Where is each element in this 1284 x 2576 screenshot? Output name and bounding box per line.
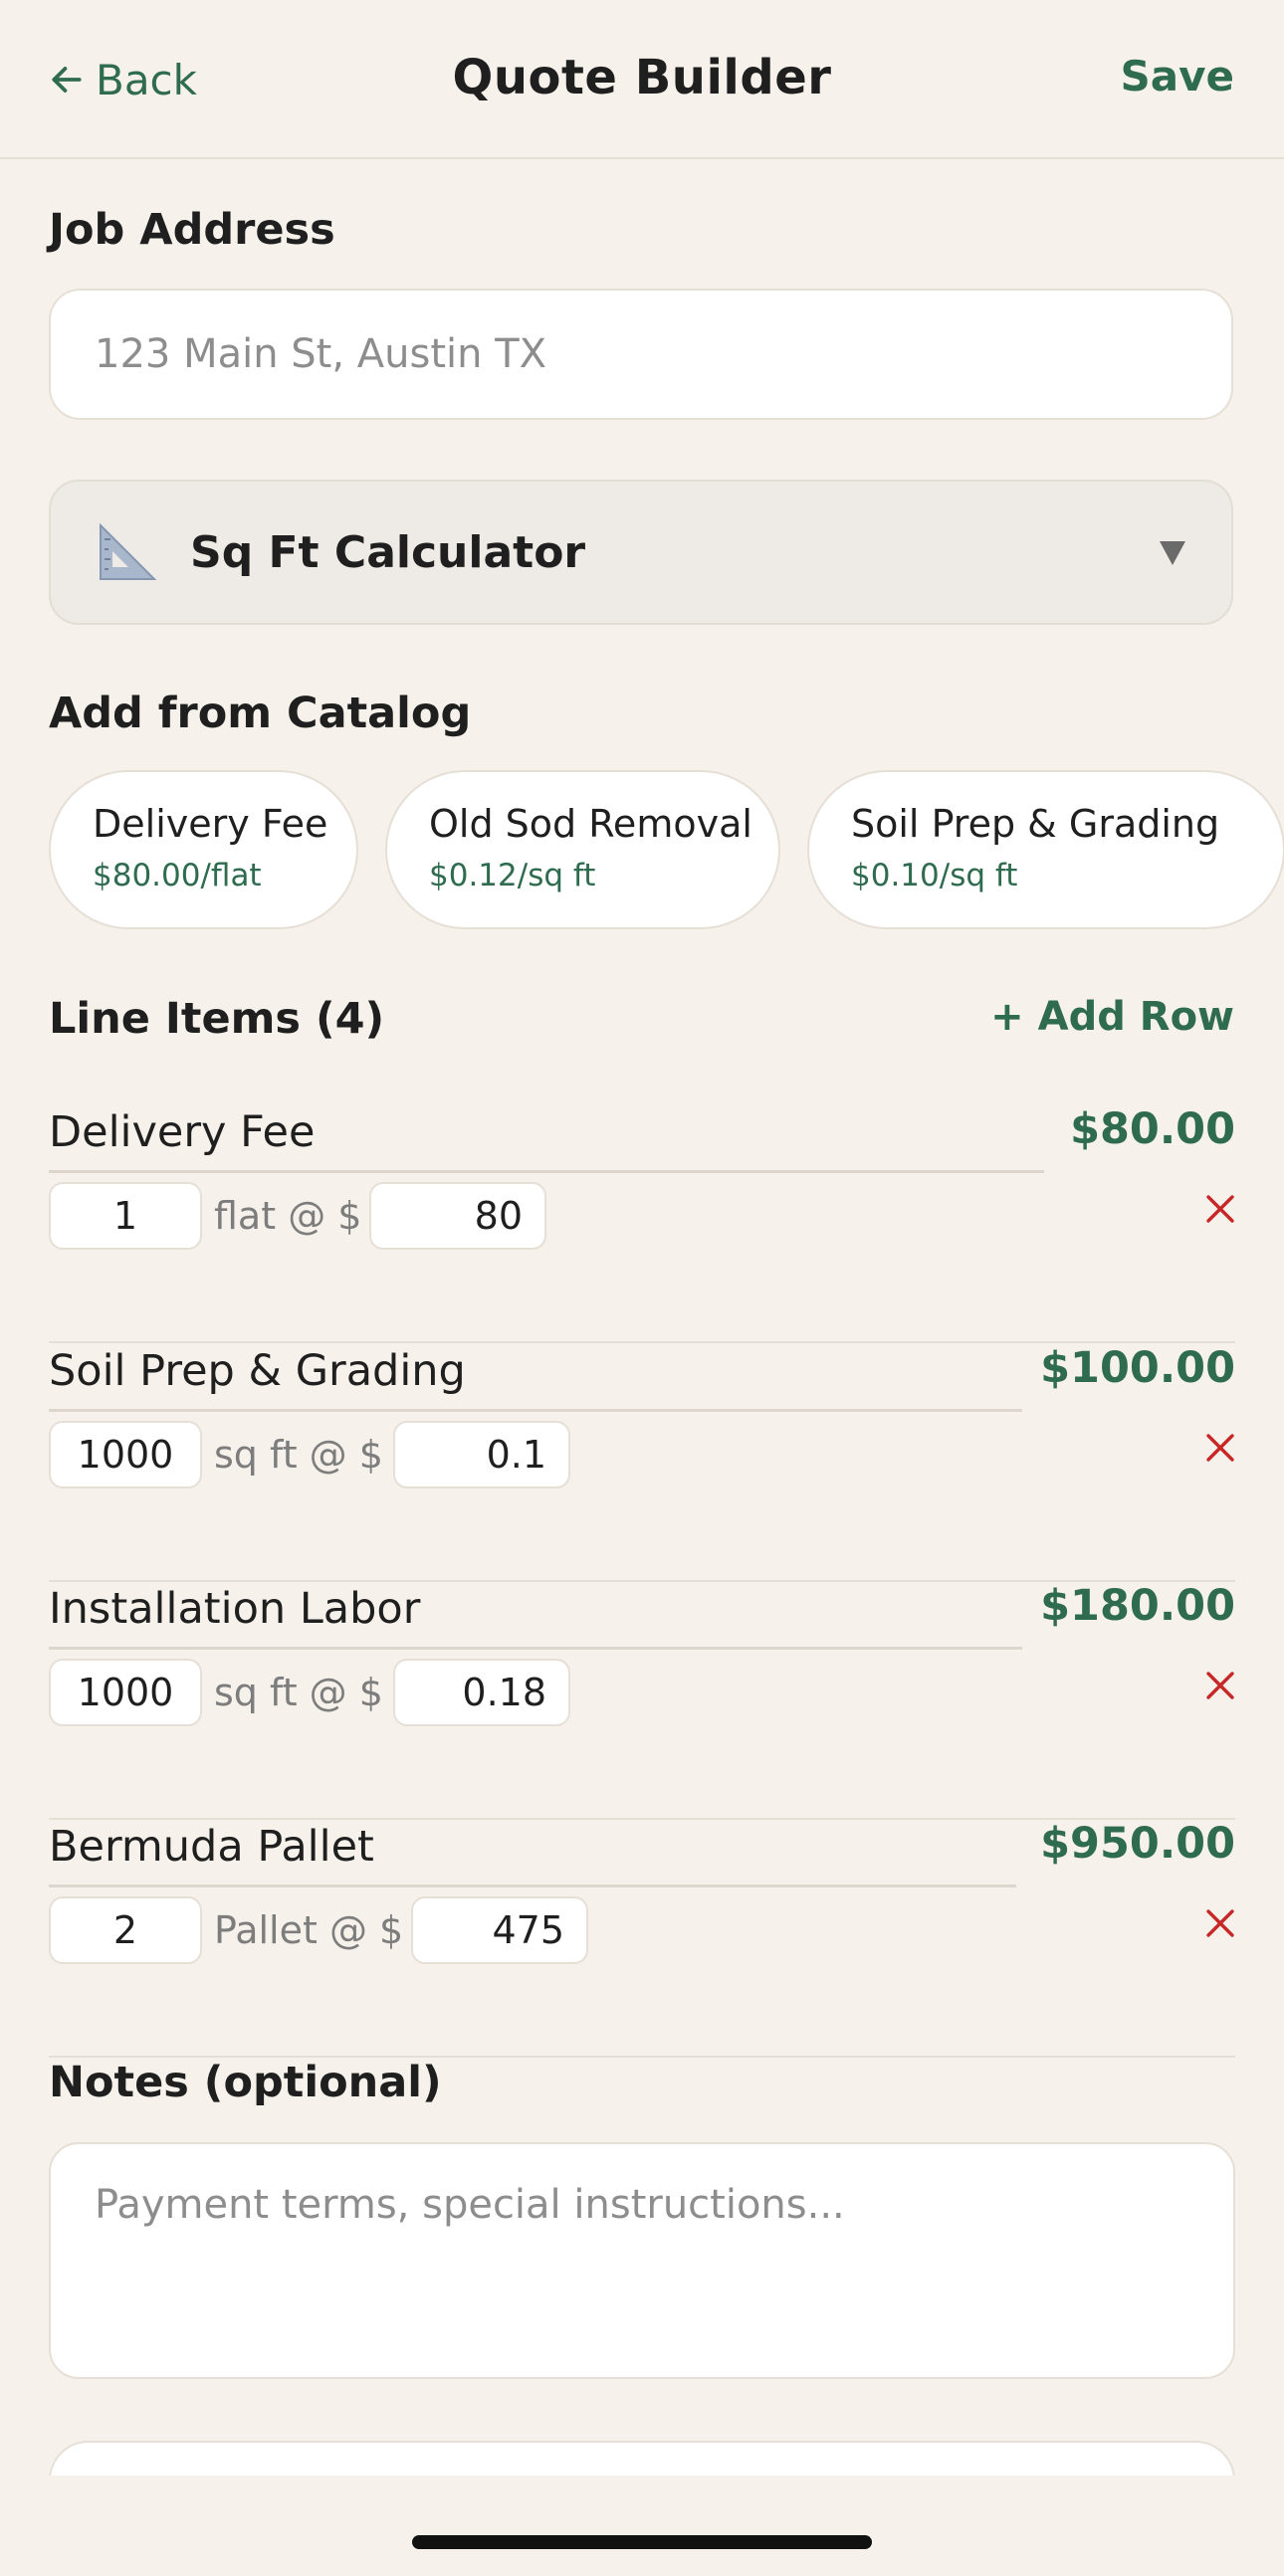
line-item-price-input[interactable]: 0.18 [393,1659,570,1726]
line-item-name-field[interactable]: Soil Prep & Grading [49,1341,1022,1412]
line-item-price-input[interactable]: 475 [411,1896,588,1964]
remove-icon[interactable] [1205,1908,1235,1938]
line-item-total: $100.00 [1040,1343,1235,1393]
line-item-total: $950.00 [1040,1819,1235,1869]
line-item-qty: 1000 [77,1671,174,1714]
line-item-qty: 2 [112,1908,138,1952]
line-item-price: 475 [492,1908,564,1952]
notes-label: Notes (optional) [49,2058,442,2107]
line-item-total: $180.00 [1040,1581,1235,1631]
line-item-price-input[interactable]: 0.1 [393,1421,570,1488]
catalog-chip[interactable]: Delivery Fee $80.00/flat [49,770,358,929]
line-item-unit: Pallet @ $ [214,1908,404,1952]
line-item: Bermuda Pallet $950.00 2 Pallet @ $ 475 [49,1817,1235,2058]
line-item-name-field[interactable]: Bermuda Pallet [49,1817,1016,1887]
catalog-chip-name: Delivery Fee [93,802,328,846]
line-item-unit: flat @ $ [214,1194,362,1238]
caret-down-icon [1160,541,1185,565]
job-address-label: Job Address [49,205,335,255]
line-item-qty-input[interactable]: 1000 [49,1421,202,1488]
catalog-chip-price: $0.12/sq ft [429,858,596,893]
calculator-dropdown[interactable]: Sq Ft Calculator [49,480,1233,625]
job-address-placeholder: 123 Main St, Austin TX [95,331,547,377]
calculator-label: Sq Ft Calculator [190,526,586,578]
top-bar: Back Quote Builder Save [0,0,1284,159]
line-item-total: $80.00 [1070,1104,1235,1154]
catalog-chip-price: $0.10/sq ft [851,858,1018,893]
line-item: Soil Prep & Grading $100.00 1000 sq ft @… [49,1341,1235,1582]
line-item-unit: sq ft @ $ [214,1671,383,1714]
catalog-chip[interactable]: Old Sod Removal $0.12/sq ft [385,770,780,929]
catalog-chip-name: Soil Prep & Grading [851,802,1220,846]
line-item-name-field[interactable]: Delivery Fee [49,1102,1044,1173]
line-item-price: 0.1 [486,1433,546,1477]
catalog-label: Add from Catalog [49,689,472,738]
line-item-qty-input[interactable]: 1 [49,1182,202,1250]
line-item-unit: sq ft @ $ [214,1433,383,1477]
catalog-chips: Delivery Fee $80.00/flat Old Sod Removal… [49,770,1284,933]
line-item-name: Delivery Fee [49,1107,316,1157]
line-item-price: 0.18 [462,1671,546,1714]
bottom-safe-area [0,2476,1284,2576]
page-title: Quote Builder [452,50,832,105]
line-item: Delivery Fee $80.00 1 flat @ $ 80 [49,1102,1235,1343]
line-item: Installation Labor $180.00 1000 sq ft @ … [49,1579,1235,1820]
catalog-chip-price: $80.00/flat [93,858,262,893]
triangle-ruler-icon [100,522,157,580]
line-item-qty: 1000 [77,1433,174,1477]
line-item-qty-input[interactable]: 1000 [49,1659,202,1726]
line-items-label: Line Items (4) [49,994,385,1044]
add-row-button[interactable]: + Add Row [990,994,1234,1040]
line-item-qty: 1 [112,1194,138,1238]
home-indicator [412,2535,872,2549]
remove-icon[interactable] [1205,1671,1235,1700]
line-item-price: 80 [474,1194,523,1238]
job-address-input[interactable]: 123 Main St, Austin TX [49,289,1233,420]
line-item-price-input[interactable]: 80 [369,1182,546,1250]
notes-textarea[interactable]: Payment terms, special instructions... [49,2142,1235,2379]
line-item-name: Installation Labor [49,1584,421,1634]
save-button[interactable]: Save [1121,52,1234,100]
catalog-chip[interactable]: Soil Prep & Grading $0.10/sq ft [807,770,1284,929]
notes-placeholder: Payment terms, special instructions... [95,2182,845,2228]
line-item-qty-input[interactable]: 2 [49,1896,202,1964]
line-item-name: Soil Prep & Grading [49,1346,466,1396]
remove-icon[interactable] [1205,1194,1235,1224]
catalog-chip-name: Old Sod Removal [429,802,752,846]
line-item-name-field[interactable]: Installation Labor [49,1579,1022,1650]
line-item-name: Bermuda Pallet [49,1822,374,1872]
remove-icon[interactable] [1205,1433,1235,1463]
